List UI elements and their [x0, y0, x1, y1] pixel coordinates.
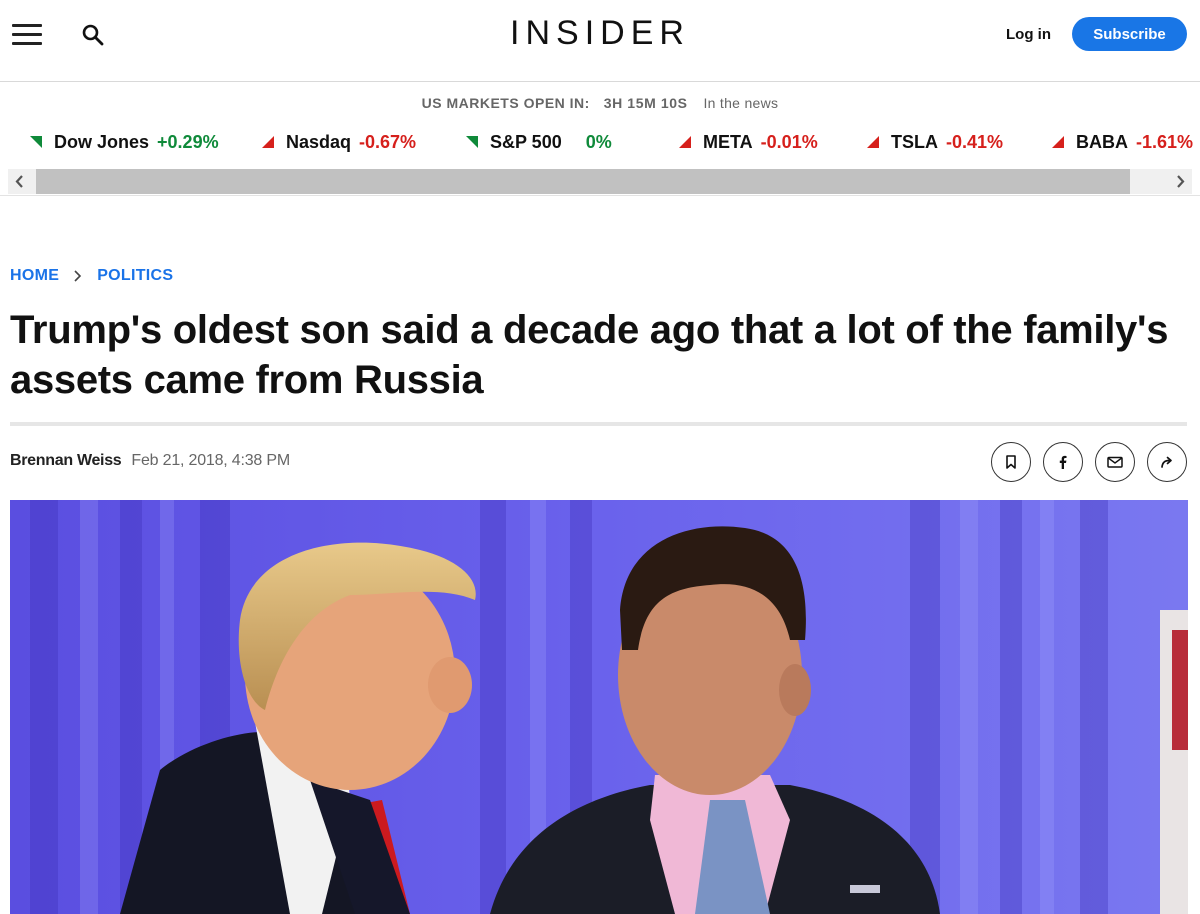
ticker-change: -1.61% [1136, 131, 1194, 152]
menu-icon-bar [12, 33, 42, 36]
market-ticker: Dow Jones +0.29% Nasdaq -0.67% S&P 500 0… [0, 128, 1200, 156]
ticker-change: -0.01% [760, 131, 818, 152]
ticker-change: -0.67% [359, 131, 417, 152]
ticker-name: META [703, 131, 753, 152]
scroll-right-button[interactable] [1168, 169, 1192, 194]
facebook-icon [1059, 455, 1067, 469]
search-button[interactable] [80, 22, 106, 48]
breadcrumb-home-link[interactable]: HOME [10, 267, 59, 285]
site-header: INSIDER Log in Subscribe [0, 0, 1200, 82]
section-divider [0, 195, 1200, 196]
ticker-name: TSLA [891, 131, 938, 152]
ticker-name: BABA [1076, 131, 1128, 152]
email-icon [1107, 456, 1123, 468]
title-divider [10, 422, 1187, 426]
ticker-name: S&P 500 [490, 131, 562, 152]
change-up-arrow-icon [867, 136, 879, 148]
breadcrumb: HOME POLITICS [10, 267, 173, 285]
ticker-item-sp500[interactable]: S&P 500 0% [466, 128, 612, 156]
hero-photo-illustration [10, 500, 1188, 914]
share-button[interactable] [1147, 442, 1187, 482]
login-link[interactable]: Log in [1006, 26, 1051, 43]
change-up-arrow-icon [679, 136, 691, 148]
ticker-change: -0.41% [946, 131, 1004, 152]
chevron-right-icon [74, 270, 82, 282]
breadcrumb-politics-link[interactable]: POLITICS [97, 267, 173, 285]
article-byline: Brennan Weiss Feb 21, 2018, 4:38 PM [10, 452, 290, 470]
ticker-name: Dow Jones [54, 131, 150, 152]
change-up-arrow-icon [1052, 136, 1064, 148]
scroll-left-button[interactable] [8, 169, 32, 194]
ticker-item-meta[interactable]: META -0.01% [679, 128, 818, 156]
ticker-change: 0% [585, 131, 612, 152]
ticker-item-nasdaq[interactable]: Nasdaq -0.67% [262, 128, 416, 156]
chevron-left-icon [15, 175, 23, 188]
change-down-arrow-icon [466, 136, 478, 148]
change-up-arrow-icon [262, 136, 274, 148]
menu-icon-bar [12, 24, 42, 27]
bookmark-icon [1006, 455, 1016, 469]
menu-button[interactable] [12, 24, 42, 46]
ticker-item-dow-jones[interactable]: Dow Jones +0.29% [30, 128, 219, 156]
bookmark-button[interactable] [991, 442, 1031, 482]
in-the-news-label[interactable]: In the news [703, 95, 778, 111]
markets-status-label: US MARKETS OPEN IN: [421, 95, 590, 111]
ticker-scrollbar[interactable] [8, 169, 1192, 194]
chevron-right-icon [1177, 175, 1185, 188]
ticker-item-tsla[interactable]: TSLA -0.41% [867, 128, 1003, 156]
search-icon [82, 24, 104, 46]
change-down-arrow-icon [30, 136, 42, 148]
author-name[interactable]: Brennan Weiss [10, 452, 122, 470]
markets-countdown: 3H 15M 10S [603, 95, 688, 111]
email-share-button[interactable] [1095, 442, 1135, 482]
scrollbar-thumb[interactable] [36, 169, 1130, 194]
share-arrow-icon [1161, 456, 1172, 468]
ticker-item-baba[interactable]: BABA -1.61% [1052, 128, 1193, 156]
ticker-change: +0.29% [157, 131, 219, 152]
ticker-name: Nasdaq [286, 131, 352, 152]
publish-date: Feb 21, 2018, 4:38 PM [131, 452, 290, 469]
article-title: Trump's oldest son said a decade ago tha… [10, 308, 1169, 402]
subscribe-button[interactable]: Subscribe [1072, 17, 1187, 51]
menu-icon-bar [12, 42, 42, 45]
article-hero-image [10, 500, 1188, 914]
markets-status: US MARKETS OPEN IN: 3H 15M 10S In the ne… [0, 95, 1200, 111]
facebook-share-button[interactable] [1043, 442, 1083, 482]
